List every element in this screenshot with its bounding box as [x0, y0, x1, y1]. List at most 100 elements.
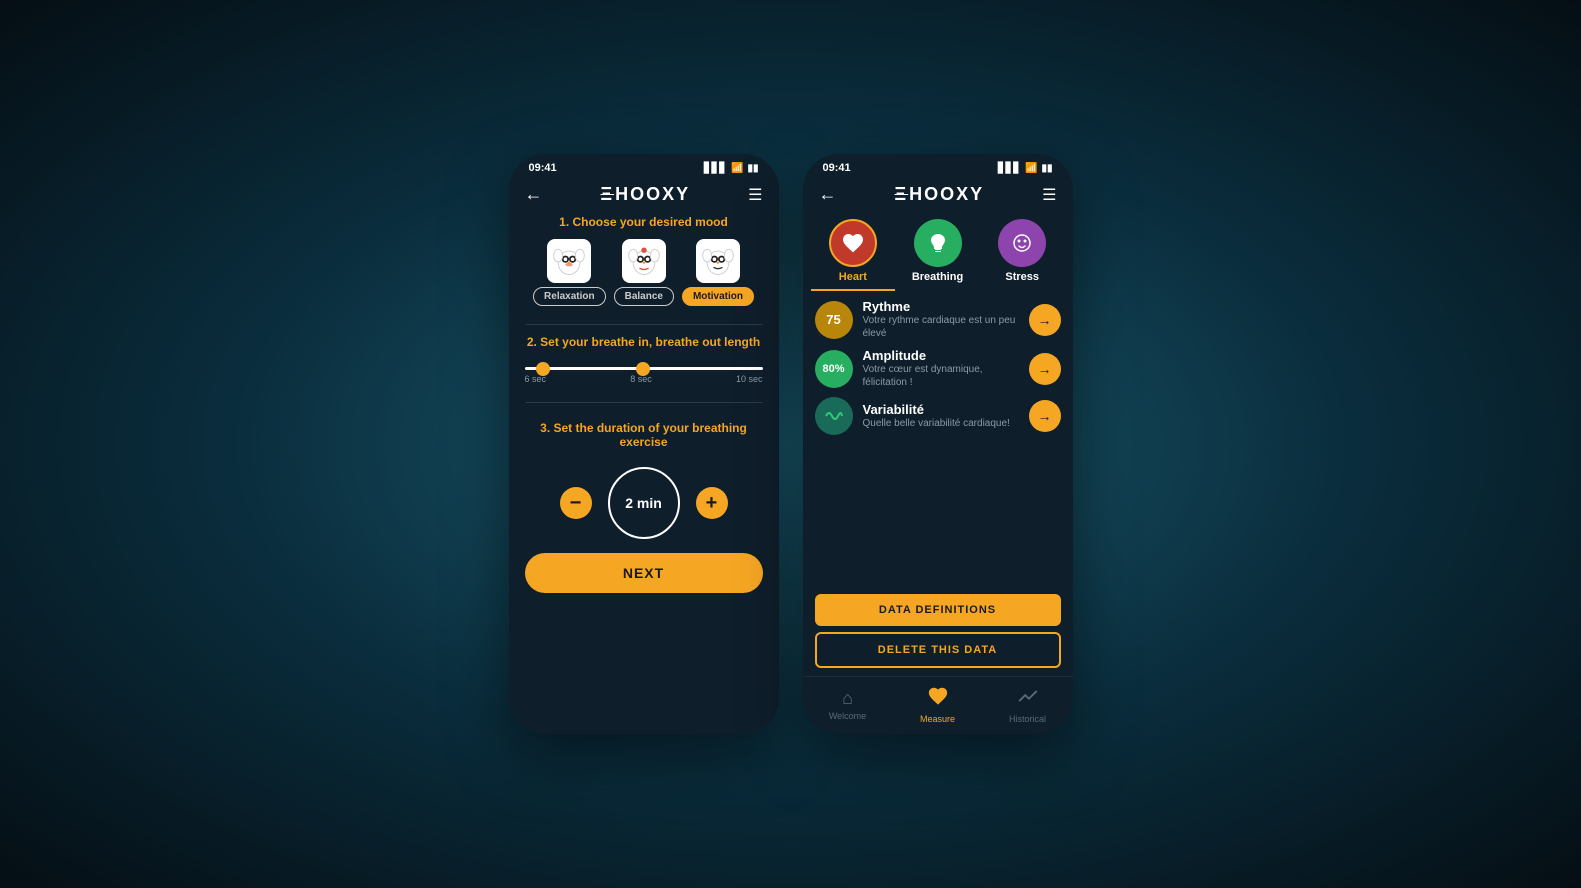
- battery-icon-right: ▮▮: [1041, 163, 1052, 174]
- metric-icon-rythme: 75: [815, 301, 853, 339]
- heart-nav-icon: [927, 685, 949, 707]
- slider-thumb-middle[interactable]: [636, 362, 650, 376]
- metrics-list: 75 Rythme Votre rythme cardiaque est un …: [803, 291, 1073, 588]
- metric-arrow-amplitude[interactable]: →: [1029, 353, 1061, 385]
- measure-icon: [927, 685, 949, 712]
- variabilite-wave-icon: [824, 406, 844, 426]
- duration-controls: − 2 min +: [560, 467, 728, 539]
- tab-label-stress: Stress: [1005, 271, 1039, 283]
- step2-title: 2. Set your breathe in, breathe out leng…: [525, 335, 763, 349]
- delete-data-button[interactable]: DELETE THIS DATA: [815, 632, 1061, 668]
- header-left: ← ΞHOOXY ☰: [509, 178, 779, 215]
- metric-row-variabilite: Variabilité Quelle belle variabilité car…: [815, 397, 1061, 435]
- tab-circle-stress: [998, 219, 1046, 267]
- metric-text-variabilite: Variabilité Quelle belle variabilité car…: [863, 402, 1019, 430]
- stress-icon: [1010, 231, 1034, 255]
- tabs-row: Heart Breathing: [803, 215, 1073, 291]
- owl-relaxation: Relaxation: [533, 239, 606, 306]
- slider-labels: 6 sec 8 sec 10 sec: [525, 374, 763, 384]
- phone-left-content: 1. Choose your desired mood: [509, 215, 779, 734]
- metric-row-amplitude: 80% Amplitude Votre cœur est dynamique, …: [815, 348, 1061, 389]
- slider-label-6: 6 sec: [525, 374, 547, 384]
- duration-plus-button[interactable]: +: [696, 487, 728, 519]
- slider-thumb-left[interactable]: [536, 362, 550, 376]
- status-icons-left: ▋▋▋ 📶 ▮▮: [704, 163, 759, 174]
- header-right: ← ΞHOOXY ☰: [803, 178, 1073, 215]
- nav-label-welcome: Welcome: [829, 711, 866, 721]
- heart-icon: [841, 231, 865, 255]
- metric-arrow-variabilite[interactable]: →: [1029, 400, 1061, 432]
- metric-name-rythme: Rythme: [863, 299, 1019, 314]
- chart-icon: [1017, 685, 1039, 707]
- nav-historical[interactable]: Historical: [983, 685, 1073, 724]
- breathing-icon: [926, 231, 950, 255]
- next-button[interactable]: NEXT: [525, 553, 763, 593]
- divider-2: [525, 402, 763, 403]
- metric-arrow-rythme[interactable]: →: [1029, 304, 1061, 336]
- duration-minus-button[interactable]: −: [560, 487, 592, 519]
- mood-row: Relaxation: [525, 239, 763, 306]
- menu-button-right[interactable]: ☰: [1042, 185, 1056, 205]
- nav-label-measure: Measure: [920, 714, 955, 724]
- owl-icon-balance: [622, 239, 666, 283]
- metric-text-rythme: Rythme Votre rythme cardiaque est un peu…: [863, 299, 1019, 340]
- status-icons-right: ▋▋▋ 📶 ▮▮: [998, 163, 1053, 174]
- owl-icon-relaxation: [547, 239, 591, 283]
- logo-right: ΞHOOXY: [895, 184, 985, 205]
- logo-left: ΞHOOXY: [601, 184, 691, 205]
- slider-label-8: 8 sec: [630, 374, 652, 384]
- mood-btn-balance[interactable]: Balance: [614, 287, 674, 306]
- phones-container: 09:41 ▋▋▋ 📶 ▮▮ ← ΞHOOXY ☰ 1. Choose your…: [509, 154, 1073, 734]
- step1-title: 1. Choose your desired mood: [525, 215, 763, 229]
- phone-right: 09:41 ▋▋▋ 📶 ▮▮ ← ΞHOOXY ☰ H: [803, 154, 1073, 734]
- owl-motivation: Motivation: [682, 239, 754, 306]
- metric-desc-variabilite: Quelle belle variabilité cardiaque!: [863, 417, 1019, 430]
- breath-slider[interactable]: 6 sec 8 sec 10 sec: [525, 367, 763, 384]
- metric-text-amplitude: Amplitude Votre cœur est dynamique, féli…: [863, 348, 1019, 389]
- duration-section: 3. Set the duration of your breathing ex…: [525, 421, 763, 539]
- action-buttons: DATA DEFINITIONS DELETE THIS DATA: [803, 588, 1073, 676]
- owl-svg-motivation: [700, 243, 736, 279]
- status-bar-right: 09:41 ▋▋▋ 📶 ▮▮: [803, 154, 1073, 178]
- data-definitions-button[interactable]: DATA DEFINITIONS: [815, 594, 1061, 626]
- back-button-left[interactable]: ←: [525, 184, 543, 205]
- mood-btn-motivation[interactable]: Motivation: [682, 287, 754, 306]
- owl-balance: Balance: [614, 239, 674, 306]
- phone-left: 09:41 ▋▋▋ 📶 ▮▮ ← ΞHOOXY ☰ 1. Choose your…: [509, 154, 779, 734]
- signal-icon-left: ▋▋▋: [704, 163, 727, 174]
- metric-row-rythme: 75 Rythme Votre rythme cardiaque est un …: [815, 299, 1061, 340]
- nav-label-historical: Historical: [1009, 714, 1046, 724]
- status-bar-left: 09:41 ▋▋▋ 📶 ▮▮: [509, 154, 779, 178]
- tab-stress[interactable]: Stress: [980, 219, 1065, 291]
- mood-btn-relaxation[interactable]: Relaxation: [533, 287, 606, 306]
- metric-icon-variabilite: [815, 397, 853, 435]
- tab-breathing[interactable]: Breathing: [895, 219, 980, 291]
- nav-welcome[interactable]: ⌂ Welcome: [803, 688, 893, 721]
- step3-title: 3. Set the duration of your breathing ex…: [525, 421, 763, 449]
- back-button-right[interactable]: ←: [819, 184, 837, 205]
- time-left: 09:41: [529, 162, 557, 174]
- bottom-nav: ⌂ Welcome Measure Historical: [803, 676, 1073, 734]
- slider-label-10: 10 sec: [736, 374, 763, 384]
- owl-svg-balance: [626, 243, 662, 279]
- wifi-icon-right: 📶: [1025, 163, 1037, 174]
- battery-icon-left: ▮▮: [747, 163, 758, 174]
- tab-circle-breathing: [914, 219, 962, 267]
- wifi-icon-left: 📶: [731, 163, 743, 174]
- slider-track: [525, 367, 763, 370]
- tab-heart[interactable]: Heart: [811, 219, 896, 291]
- metric-name-variabilite: Variabilité: [863, 402, 1019, 417]
- home-icon: ⌂: [842, 688, 853, 709]
- signal-icon-right: ▋▋▋: [998, 163, 1021, 174]
- duration-display: 2 min: [608, 467, 680, 539]
- menu-button-left[interactable]: ☰: [748, 185, 762, 205]
- tab-label-heart: Heart: [839, 271, 867, 283]
- nav-measure[interactable]: Measure: [893, 685, 983, 724]
- metric-icon-amplitude: 80%: [815, 350, 853, 388]
- owl-icon-motivation: [696, 239, 740, 283]
- owl-svg-relaxation: [551, 243, 587, 279]
- metric-desc-rythme: Votre rythme cardiaque est un peu élevé: [863, 314, 1019, 340]
- tab-circle-heart: [829, 219, 877, 267]
- tab-label-breathing: Breathing: [912, 271, 963, 283]
- historical-icon: [1017, 685, 1039, 712]
